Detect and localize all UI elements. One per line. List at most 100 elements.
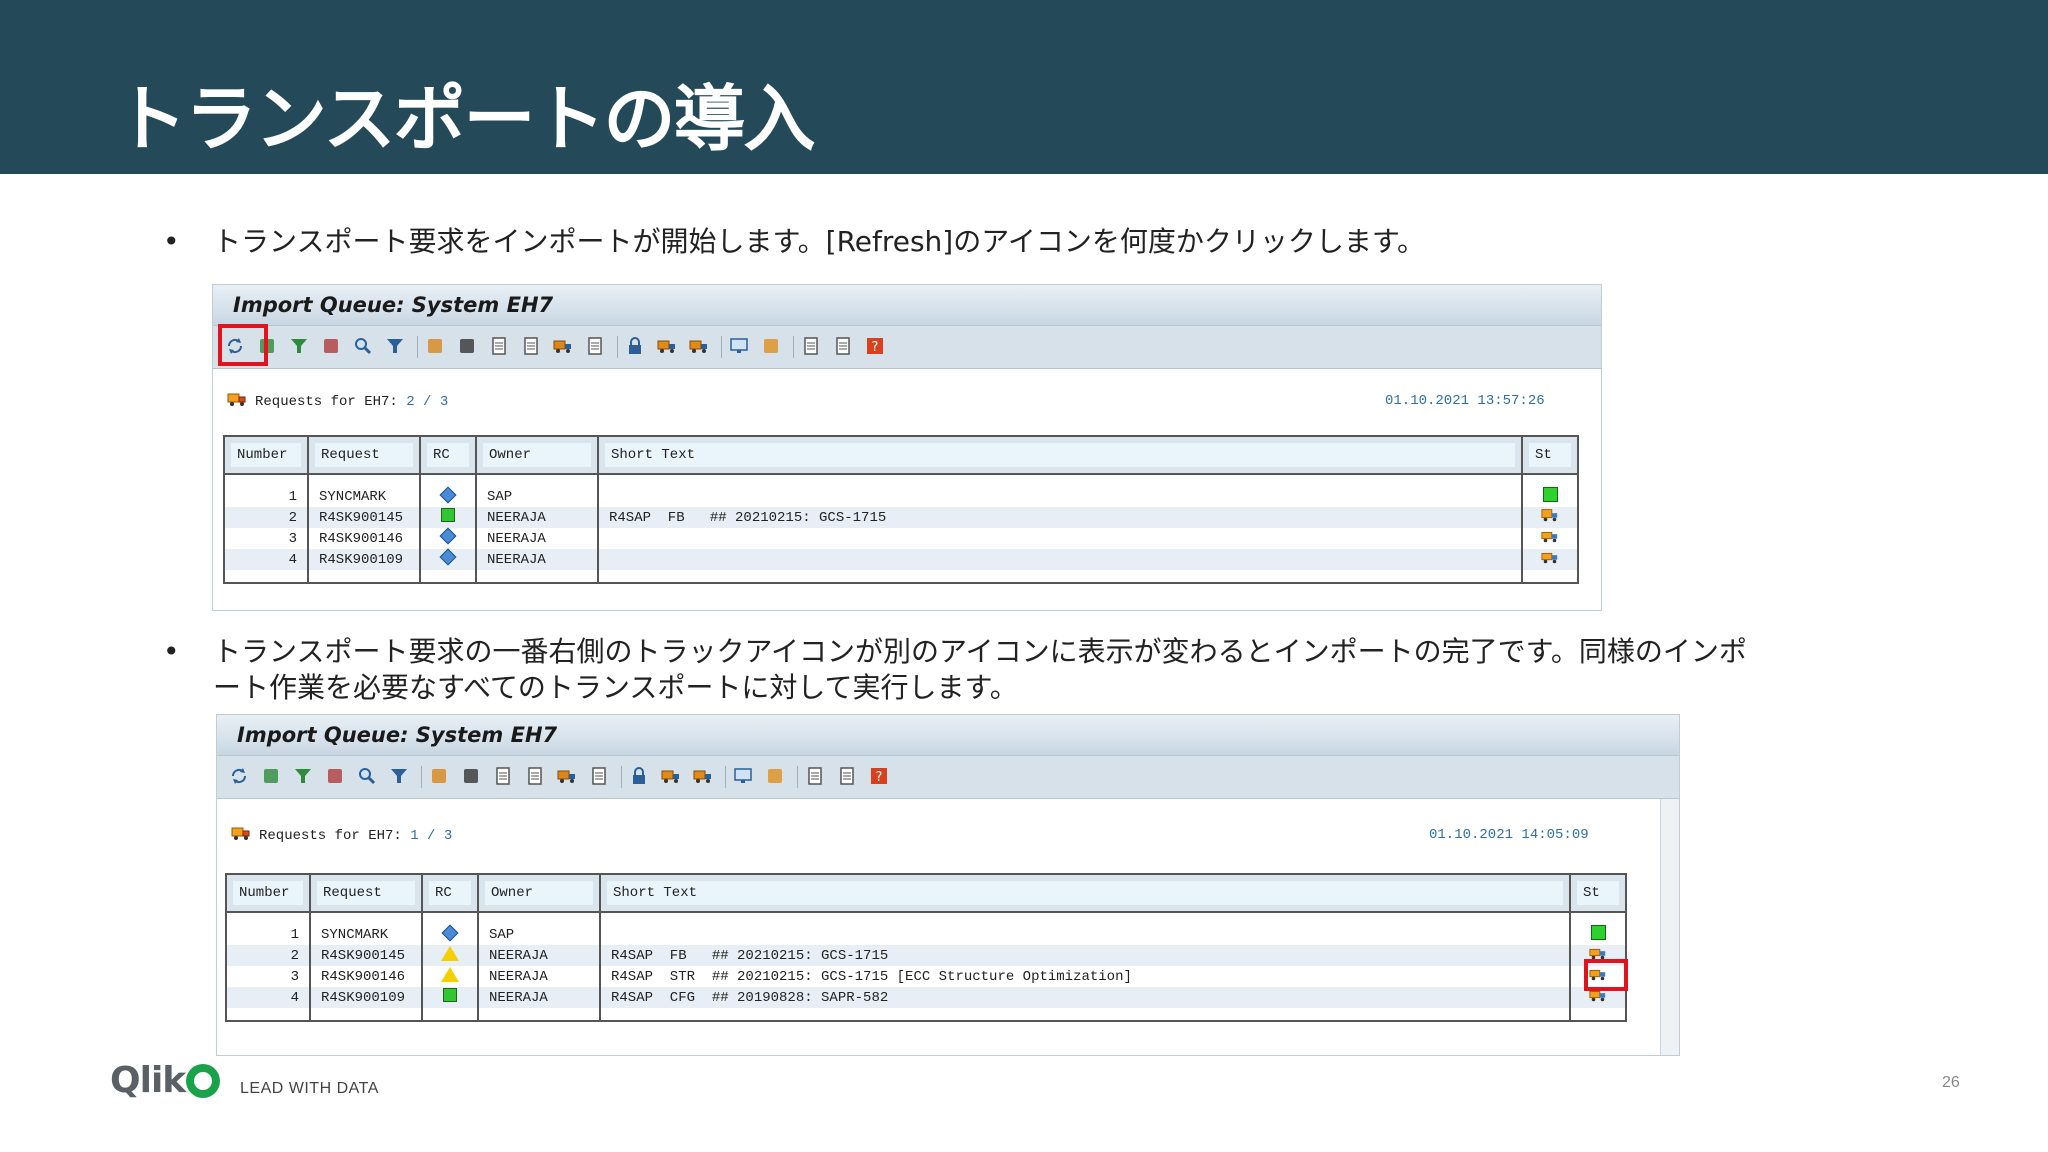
column-header[interactable]: RC	[420, 436, 477, 475]
truck-document-icon[interactable]	[555, 764, 579, 788]
request-cell[interactable]: R4SK900109	[308, 549, 421, 570]
slide-title: トランスポートの導入	[115, 77, 816, 161]
glasses-icon[interactable]	[455, 334, 479, 358]
status-truck-icon[interactable]	[1541, 549, 1559, 565]
column-header[interactable]: Number	[224, 436, 309, 475]
column-header[interactable]: RC	[422, 874, 479, 913]
request-cell[interactable]: R4SK900146	[308, 528, 421, 549]
truck-icon[interactable]	[659, 764, 683, 788]
document-icon[interactable]	[491, 764, 515, 788]
funnel-icon[interactable]	[387, 764, 411, 788]
table-row[interactable]: 3 R4SK900146 NEERAJA R4SAP STR ## 20210215:…	[226, 966, 1627, 987]
truck-icon[interactable]	[655, 334, 679, 358]
screen-body: Requests for EH7: 1 / 3 01.10.2021 14:05…	[217, 799, 1679, 1055]
request-cell[interactable]: SYNCMARK	[308, 487, 421, 507]
filter-down-icon[interactable]	[291, 764, 315, 788]
monitor-icon[interactable]	[731, 764, 755, 788]
tools-icon[interactable]	[759, 334, 783, 358]
check-document-icon[interactable]	[587, 764, 611, 788]
monitor-icon[interactable]	[727, 334, 751, 358]
status-cell[interactable]	[1522, 528, 1579, 549]
export-icon[interactable]	[803, 764, 827, 788]
short-text-cell	[598, 487, 1523, 507]
screen-title: Import Queue: System EH7	[213, 285, 1601, 326]
status-truck-icon[interactable]	[1541, 528, 1559, 544]
column-header[interactable]: Request	[310, 874, 423, 913]
short-text-cell: R4SAP STR ## 20210215: GCS-1715 [ECC Str…	[600, 966, 1571, 987]
search-icon[interactable]	[355, 764, 379, 788]
stack-icon[interactable]	[259, 764, 283, 788]
number-cell: 1	[224, 487, 309, 507]
table-row[interactable]: 1 SYNCMARK SAP	[224, 486, 1579, 507]
table-row[interactable]: 2 R4SK900145 NEERAJA R4SAP FB ## 20210215: …	[224, 507, 1579, 528]
status-cell[interactable]	[1522, 507, 1579, 528]
column-header[interactable]: Owner	[476, 436, 599, 475]
tools-icon[interactable]	[763, 764, 787, 788]
glasses-icon[interactable]	[459, 764, 483, 788]
column-header[interactable]: Owner	[478, 874, 601, 913]
transport-icon[interactable]	[423, 334, 447, 358]
truck-move-icon[interactable]	[691, 764, 715, 788]
bullet-2-text: トランスポート要求の一番右側のトラックアイコンが別のアイコンに表示が変わるとイン…	[213, 635, 1747, 704]
table-row[interactable]: 2 R4SK900145 NEERAJA R4SAP FB ## 20210215: …	[226, 945, 1627, 966]
column-header-label: Short Text	[605, 443, 1515, 467]
import-queue-table: Number Request RC Owner Short Text St 1 SYNCMAR…	[223, 435, 1579, 584]
table-row[interactable]: 1 SYNCMARK SAP	[226, 924, 1627, 945]
owner-cell: NEERAJA	[478, 987, 601, 1008]
status-cell[interactable]	[1570, 925, 1627, 945]
toolbar-separator	[417, 336, 418, 358]
short-text-cell: R4SAP CFG ## 20190828: SAPR-582	[600, 987, 1571, 1008]
toolbar-separator	[617, 336, 618, 358]
grid-icon[interactable]	[831, 334, 855, 358]
funnel-icon[interactable]	[383, 334, 407, 358]
rc-diamond-icon	[439, 486, 457, 503]
rc-warning-icon	[441, 966, 459, 982]
vertical-scrollbar[interactable]	[1660, 799, 1679, 1055]
column-header[interactable]: St	[1570, 874, 1627, 913]
help-icon[interactable]: ?	[863, 334, 887, 358]
lock-icon[interactable]	[627, 764, 651, 788]
refresh-icon[interactable]	[227, 764, 251, 788]
edit-document-icon[interactable]	[519, 334, 543, 358]
request-cell[interactable]: R4SK900109	[310, 987, 423, 1008]
column-header[interactable]: St	[1522, 436, 1579, 475]
number-cell: 4	[224, 549, 309, 570]
select-icon[interactable]	[323, 764, 347, 788]
column-header[interactable]: Short Text	[598, 436, 1523, 475]
export-icon[interactable]	[799, 334, 823, 358]
rc-cell	[420, 507, 477, 528]
requests-count: 2 / 3	[406, 394, 449, 411]
toolbar-separator	[421, 766, 422, 788]
help-icon[interactable]: ?	[867, 764, 891, 788]
status-cell[interactable]	[1522, 549, 1579, 570]
column-header-label: Short Text	[607, 881, 1563, 905]
timestamp: 01.10.2021 13:57:26	[1385, 393, 1545, 409]
column-header[interactable]: Request	[308, 436, 421, 475]
search-icon[interactable]	[351, 334, 375, 358]
rc-green-icon	[443, 988, 457, 1002]
edit-document-icon[interactable]	[523, 764, 547, 788]
request-cell[interactable]: R4SK900145	[308, 507, 421, 528]
truck-document-icon[interactable]	[551, 334, 575, 358]
check-document-icon[interactable]	[583, 334, 607, 358]
filter-down-icon[interactable]	[287, 334, 311, 358]
request-cell[interactable]: R4SK900146	[310, 966, 423, 987]
column-header[interactable]: Number	[226, 874, 311, 913]
toolbar-separator	[797, 766, 798, 788]
request-cell[interactable]: SYNCMARK	[310, 925, 423, 945]
screen-body: Requests for EH7: 2 / 3 01.10.2021 13:57…	[213, 369, 1601, 610]
table-row[interactable]: 4 R4SK900109 NEERAJA	[224, 548, 1579, 570]
status-cell[interactable]	[1522, 487, 1579, 507]
lock-icon[interactable]	[623, 334, 647, 358]
column-header[interactable]: Short Text	[600, 874, 1571, 913]
truck-icon	[231, 825, 251, 846]
grid-icon[interactable]	[835, 764, 859, 788]
table-row[interactable]: 4 R4SK900109 NEERAJA R4SAP CFG ## 20190828:…	[226, 987, 1627, 1008]
document-icon[interactable]	[487, 334, 511, 358]
status-truck-icon[interactable]	[1541, 507, 1559, 523]
request-cell[interactable]: R4SK900145	[310, 945, 423, 966]
truck-move-icon[interactable]	[687, 334, 711, 358]
transport-icon[interactable]	[427, 764, 451, 788]
table-row[interactable]: 3 R4SK900146 NEERAJA	[224, 527, 1579, 549]
select-icon[interactable]	[319, 334, 343, 358]
